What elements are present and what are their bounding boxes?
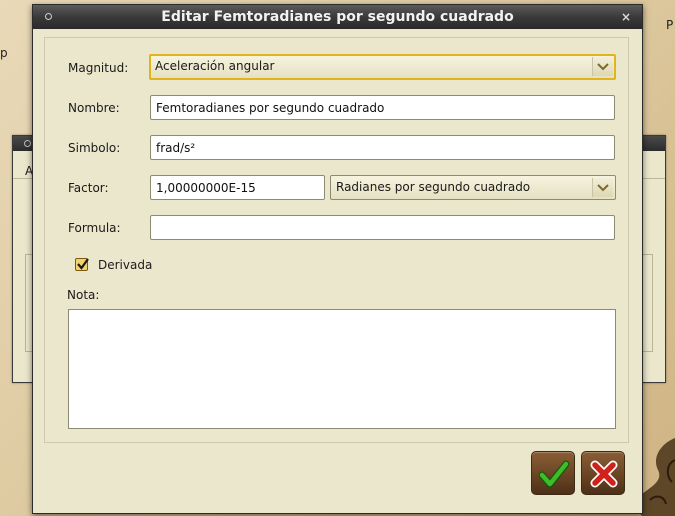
formula-input[interactable]: [150, 215, 615, 240]
background-text-fragment: p: [0, 46, 8, 60]
magnitud-dropdown-button[interactable]: [592, 57, 613, 76]
magnitud-combo[interactable]: Aceleración angular: [149, 54, 616, 80]
nota-label: Nota:: [67, 288, 100, 302]
green-check-icon: [538, 460, 570, 488]
nota-textarea[interactable]: [68, 309, 616, 429]
factor-unit-combo[interactable]: Radianes por segundo cuadrado: [330, 175, 616, 200]
chevron-down-icon: [597, 184, 609, 192]
dialog-title: Editar Femtoradianes por segundo cuadrad…: [161, 9, 514, 25]
factor-input[interactable]: [150, 175, 325, 200]
derivada-checkbox[interactable]: [75, 258, 89, 271]
derivada-label: Derivada: [98, 258, 153, 272]
formula-label: Formula:: [68, 221, 121, 235]
cancel-button[interactable]: [581, 451, 625, 495]
checkmark-icon: [77, 258, 89, 270]
simbolo-input[interactable]: [150, 135, 615, 160]
dialog-titlebar[interactable]: Editar Femtoradianes por segundo cuadrad…: [33, 5, 642, 29]
factor-label: Factor:: [68, 181, 109, 195]
background-text-fragment-right: P: [666, 18, 674, 32]
magnitud-label: Magnitud:: [68, 61, 129, 75]
nombre-input[interactable]: [150, 95, 615, 120]
magnitud-combo-value: Aceleración angular: [155, 59, 275, 73]
nombre-label: Nombre:: [68, 101, 120, 115]
red-x-icon: [590, 460, 618, 488]
factor-unit-dropdown-button[interactable]: [592, 178, 613, 197]
simbolo-label: Simbolo:: [68, 141, 121, 155]
window-menu-icon[interactable]: [45, 13, 52, 20]
chevron-down-icon: [597, 63, 609, 71]
edit-unit-dialog: Editar Femtoradianes por segundo cuadrad…: [32, 4, 643, 514]
factor-unit-combo-value: Radianes por segundo cuadrado: [336, 180, 531, 194]
accept-button[interactable]: [531, 451, 575, 495]
window-menu-icon: [24, 140, 31, 147]
close-icon[interactable]: ×: [618, 5, 634, 29]
